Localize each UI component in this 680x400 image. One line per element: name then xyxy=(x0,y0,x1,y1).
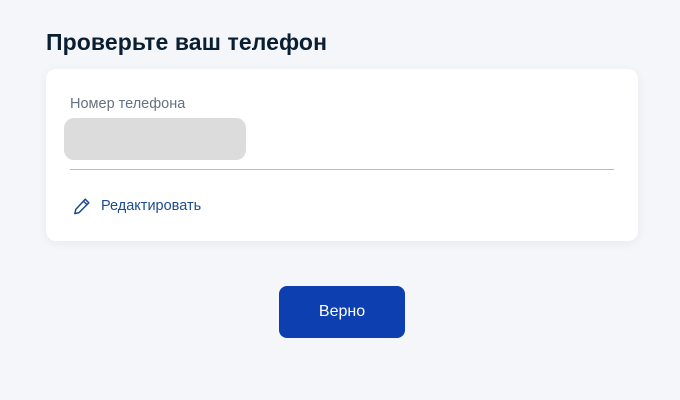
phone-number-value xyxy=(64,118,246,160)
page-title: Проверьте ваш телефон xyxy=(46,29,328,56)
field-divider xyxy=(70,169,614,170)
phone-card: Номер телефона Редактировать xyxy=(46,69,638,241)
pencil-icon xyxy=(72,196,92,216)
edit-phone-link[interactable]: Редактировать xyxy=(72,196,201,216)
edit-link-label: Редактировать xyxy=(101,198,202,214)
confirm-button[interactable]: Верно xyxy=(279,286,405,338)
phone-field-label: Номер телефона xyxy=(70,96,186,112)
